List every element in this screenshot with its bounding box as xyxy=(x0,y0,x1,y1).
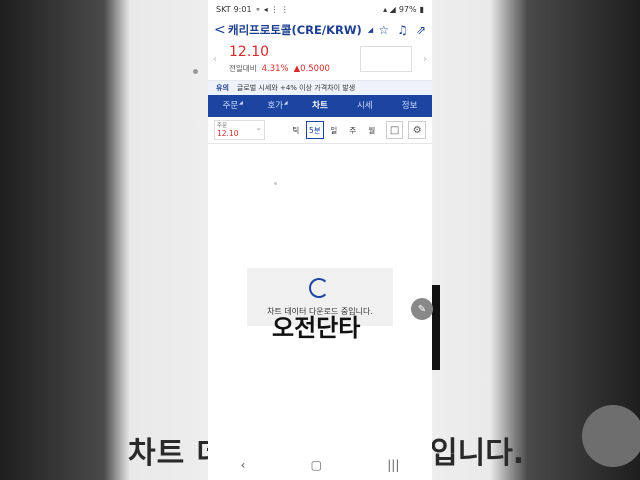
star-icon[interactable]: ☆ xyxy=(378,23,389,37)
period-5min[interactable]: 5분 xyxy=(305,121,324,139)
chevron-down-icon: ⌄ xyxy=(255,124,262,132)
background-bar xyxy=(432,285,440,370)
chevron-left-icon[interactable]: ‹ xyxy=(213,54,217,65)
quote-panel: ‹ 12.10 전일대비 4.31% ▲0.5000 › xyxy=(208,42,432,80)
system-nav-bar: ‹ ▢ ||| xyxy=(208,450,432,480)
carrier-label: SKT xyxy=(216,4,231,14)
tab-orderbook[interactable]: 호가 ◢ xyxy=(253,95,298,117)
period-tick[interactable]: 틱 xyxy=(287,121,305,139)
order-select-label: 주문 xyxy=(217,123,228,129)
tab-bar: 주문 ◢ 호가 ◢ 차트 시세 정보 xyxy=(208,95,432,117)
loading-spinner-icon xyxy=(309,278,329,298)
tab-info-label: 정보 xyxy=(401,101,418,111)
notice-tag: 유의 xyxy=(216,84,229,92)
tab-chart[interactable]: 차트 xyxy=(298,95,343,117)
chevron-right-icon[interactable]: › xyxy=(423,54,427,65)
dropdown-caret-icon[interactable]: ◢ xyxy=(368,26,373,34)
change-percent: 4.31% xyxy=(261,63,289,74)
back-icon[interactable]: < xyxy=(214,22,226,38)
period-day[interactable]: 일 xyxy=(325,121,343,139)
tab-order-label: 주문 xyxy=(222,101,239,111)
mini-chart-box xyxy=(360,46,412,72)
chart-toolbar: 주문 12.10 ⌄ 틱 5분 일 주 월 □ ⚙ xyxy=(208,117,432,144)
nav-home-icon[interactable]: ▢ xyxy=(311,458,322,472)
change-value: ▲0.5000 xyxy=(293,63,330,74)
status-bar: SKT 9:01 ⚬ ◂ ⋮ ⋮ ▴ ◢ 97% ▮ xyxy=(208,0,432,18)
tab-chart-label: 차트 xyxy=(312,101,328,111)
battery-level: 97% xyxy=(398,4,417,14)
period-selector: 틱 5분 일 주 월 xyxy=(287,121,381,139)
indicator-square-icon[interactable]: □ xyxy=(385,121,404,139)
battery-icon: ▮ xyxy=(419,4,424,14)
background-caption-right: 입니다. xyxy=(430,436,525,471)
notice-text: 글로벌 시세와 +4% 이상 가격차이 발생 xyxy=(236,84,356,92)
order-price-select[interactable]: 주문 12.10 ⌄ xyxy=(214,120,265,140)
title-bar: < 캐리프로토콜(CRE/KRW) ◢ ☆ ♫ ⇗ xyxy=(208,18,432,42)
background-fab-icon xyxy=(582,405,640,467)
nav-back-icon[interactable]: ‹ xyxy=(241,458,246,472)
change-label: 전일대비 xyxy=(229,64,257,73)
signal-icons: ▴ ◢ xyxy=(383,4,396,14)
chart-placeholder-dot xyxy=(274,182,277,185)
clock: 9:01 xyxy=(233,4,252,14)
tab-market[interactable]: 시세 xyxy=(342,95,387,117)
tab-order[interactable]: 주문 ◢ xyxy=(208,95,253,117)
tab-menu-icon: ◢ xyxy=(238,100,243,106)
current-price: 12.10 xyxy=(229,44,270,60)
tab-menu-icon: ◢ xyxy=(283,100,288,106)
tab-market-label: 시세 xyxy=(356,101,373,111)
background-dot xyxy=(193,69,198,74)
order-select-value: 12.10 xyxy=(217,129,239,138)
coin-title[interactable]: 캐리프로토콜(CRE/KRW) xyxy=(228,22,362,38)
nav-recents-icon[interactable]: ||| xyxy=(387,458,399,472)
notification-icons: ⚬ ◂ ⋮ ⋮ xyxy=(254,4,289,14)
phone-screen: SKT 9:01 ⚬ ◂ ⋮ ⋮ ▴ ◢ 97% ▮ < 캐리프로토콜(CRE/… xyxy=(208,0,432,480)
tab-orderbook-label: 호가 xyxy=(267,101,284,111)
share-icon[interactable]: ⇗ xyxy=(416,23,426,37)
bell-icon[interactable]: ♫ xyxy=(397,23,408,37)
background-left-shade xyxy=(0,0,130,480)
settings-gear-icon[interactable]: ⚙ xyxy=(408,121,426,139)
video-overlay-caption: 오전단타 xyxy=(272,314,361,342)
period-week[interactable]: 주 xyxy=(344,121,362,139)
edit-pencil-icon[interactable]: ✎ xyxy=(411,298,433,320)
tab-info[interactable]: 정보 xyxy=(387,95,432,117)
period-month[interactable]: 월 xyxy=(363,121,381,139)
